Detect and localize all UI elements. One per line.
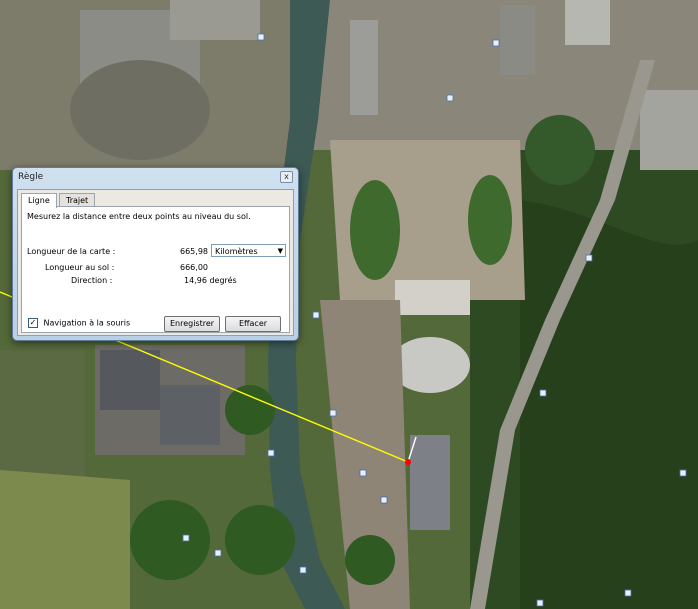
- tab-panel: Mesurez la distance entre deux points au…: [21, 206, 290, 333]
- mouse-nav-label: Navigation à la souris: [43, 318, 131, 328]
- map-length-value: 665,98: [180, 247, 208, 256]
- dialog-title: Règle: [18, 172, 44, 182]
- close-icon[interactable]: x: [280, 171, 293, 183]
- building: [565, 0, 610, 45]
- trees: [345, 535, 395, 585]
- unit-select-value: Kilomètres: [215, 247, 258, 256]
- basilica-nave: [410, 435, 450, 530]
- dialog-titlebar[interactable]: Règle x: [13, 168, 298, 186]
- mouse-nav-row: ✓ Navigation à la souris: [28, 318, 130, 328]
- building-roof: [160, 385, 220, 445]
- trees: [225, 505, 295, 575]
- building: [350, 20, 378, 115]
- save-button[interactable]: Enregistrer: [164, 316, 220, 332]
- ruler-dialog: Règle x Ligne Trajet Mesurez la distance…: [12, 167, 299, 341]
- chevron-down-icon: ▼: [277, 247, 283, 255]
- ground-length-value: 666,00: [180, 263, 208, 272]
- measure-endpoint[interactable]: [405, 459, 411, 465]
- tab-trajet[interactable]: Trajet: [59, 193, 96, 207]
- direction-value: 14,96 degrés: [184, 276, 237, 285]
- building: [640, 90, 698, 170]
- basilica-roof: [395, 280, 470, 315]
- dialog-client: Ligne Trajet Mesurez la distance entre d…: [17, 189, 294, 336]
- lawn: [350, 180, 400, 280]
- building: [500, 5, 535, 75]
- unit-select[interactable]: Kilomètres ▼: [211, 244, 286, 257]
- clear-button[interactable]: Effacer: [225, 316, 281, 332]
- trees: [225, 385, 275, 435]
- lawn: [468, 175, 512, 265]
- building-roof: [100, 350, 160, 410]
- field: [0, 470, 130, 609]
- building: [70, 60, 210, 160]
- building: [170, 0, 260, 40]
- trees: [525, 115, 595, 185]
- dense-forest: [520, 200, 698, 609]
- ground-length-label: Longueur au sol :: [45, 263, 115, 272]
- description-text: Mesurez la distance entre deux points au…: [27, 212, 251, 221]
- direction-label: Direction :: [71, 276, 113, 285]
- tab-ligne[interactable]: Ligne: [21, 193, 57, 208]
- mouse-nav-checkbox[interactable]: ✓: [28, 318, 38, 328]
- trees: [130, 500, 210, 580]
- map-length-label: Longueur de la carte :: [27, 247, 116, 256]
